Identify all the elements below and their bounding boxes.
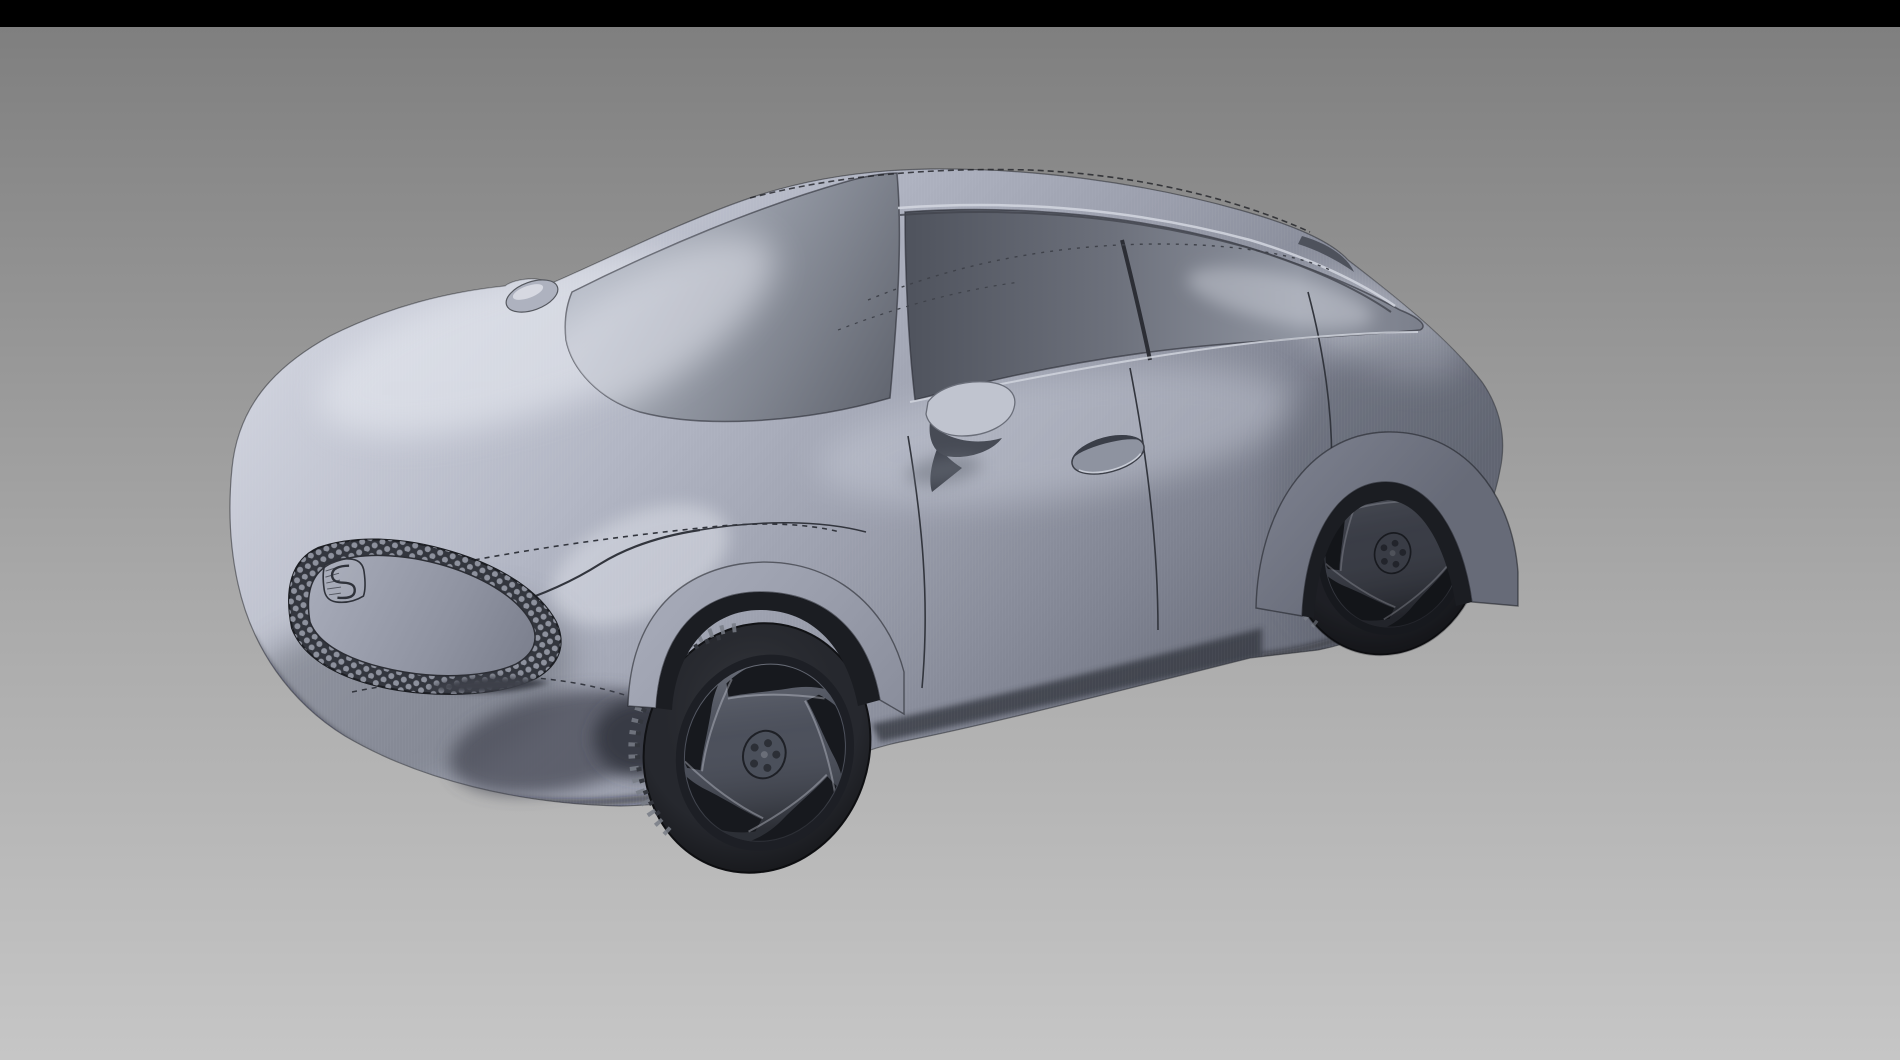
3d-viewport[interactable] [0,0,1900,1060]
letterbox-top-bar [0,0,1900,27]
cad-viewport-stage [0,0,1900,1060]
seat-emblem[interactable] [320,556,368,605]
